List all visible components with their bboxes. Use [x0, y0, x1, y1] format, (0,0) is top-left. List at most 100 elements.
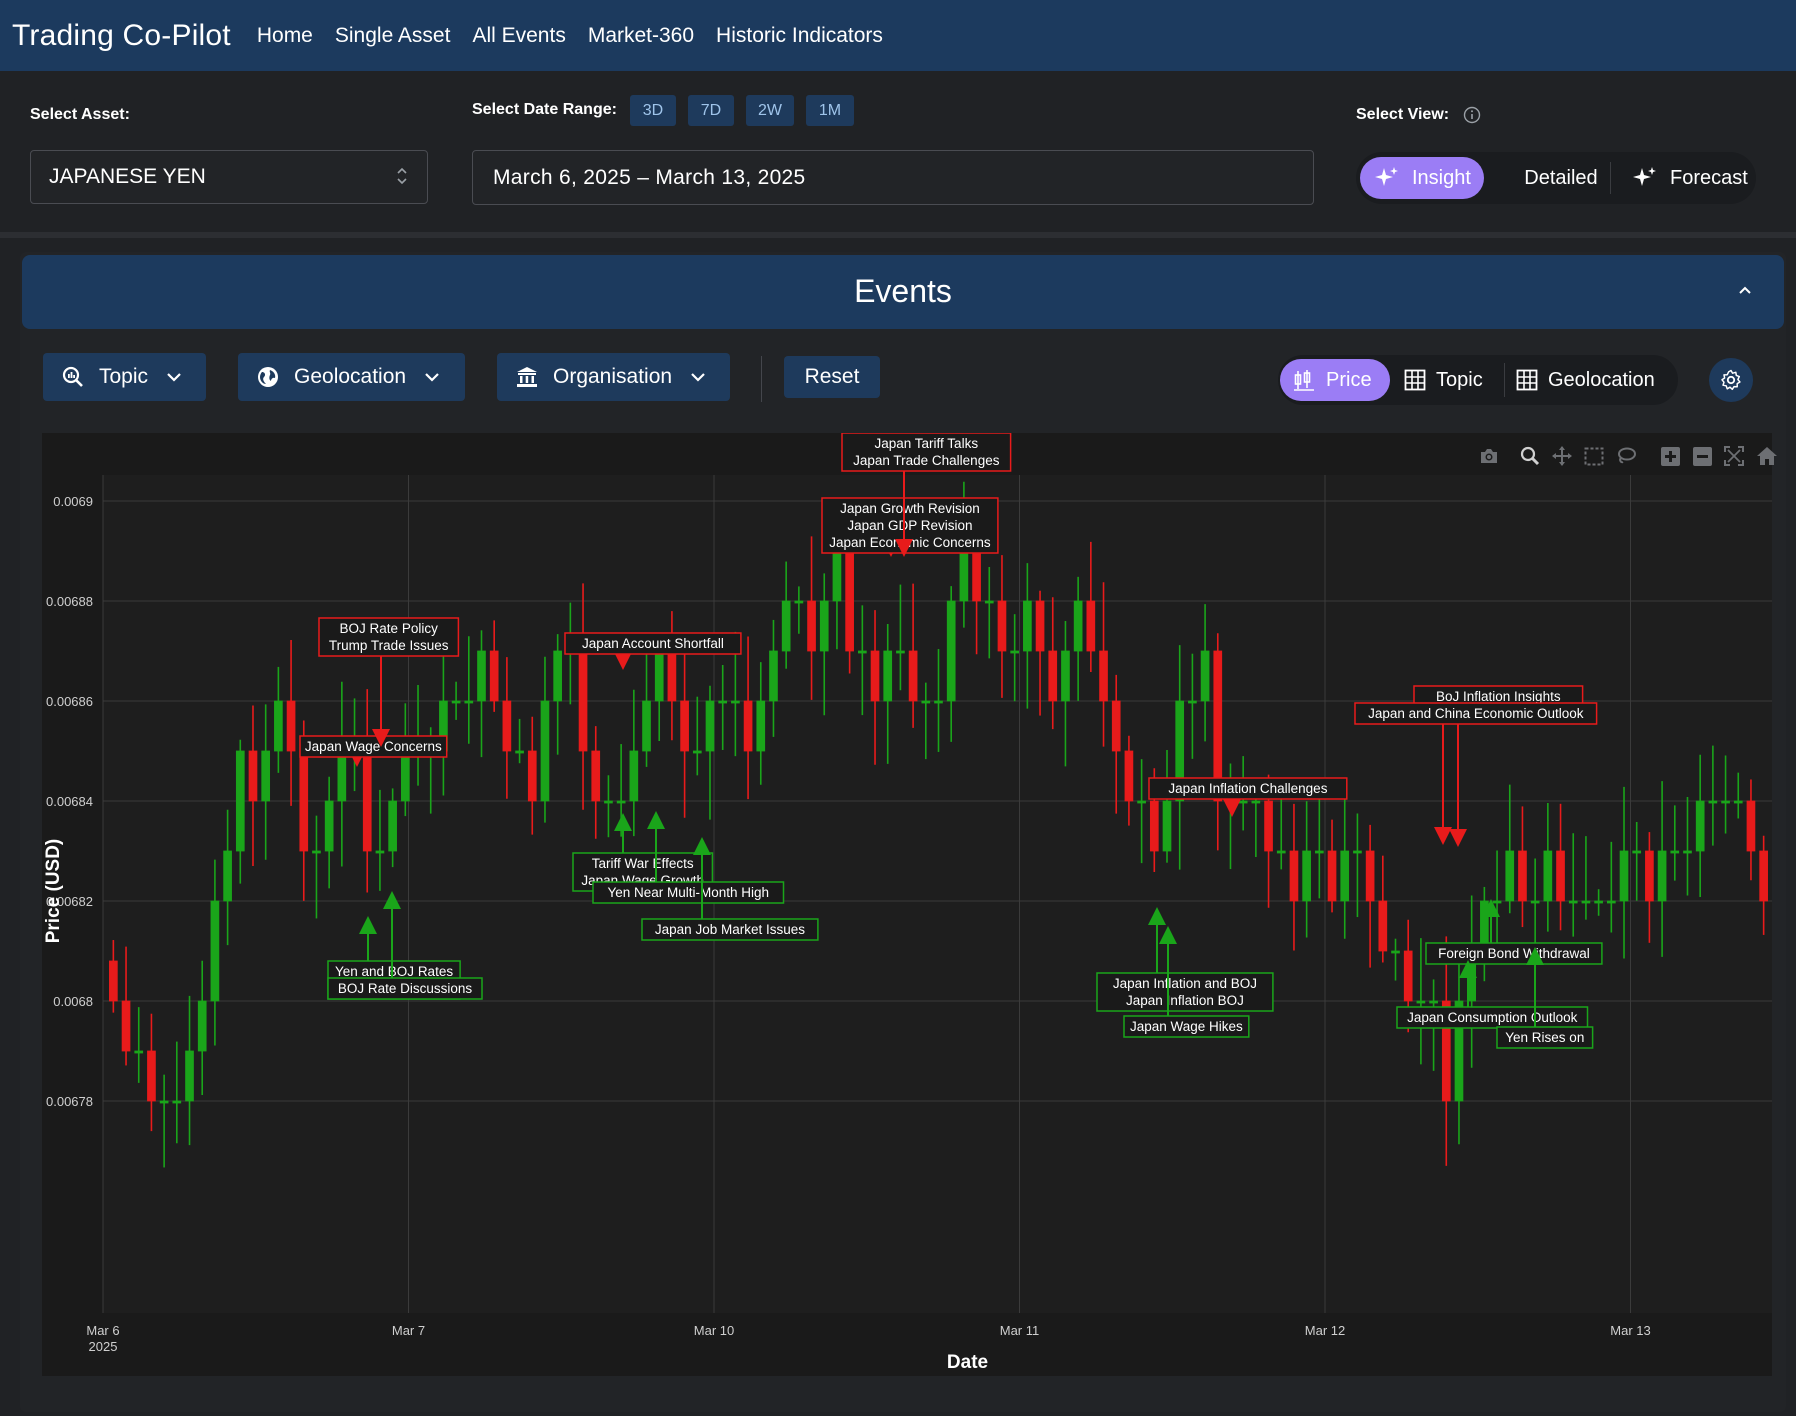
chart-view-topic-button[interactable]: Topic [1404, 359, 1504, 401]
candle-up [515, 750, 524, 754]
candle-up [1061, 650, 1070, 702]
candle-down [286, 700, 296, 752]
nav-link-historic-indicators[interactable]: Historic Indicators [716, 24, 883, 48]
sparkle-icon [1633, 167, 1656, 186]
candle-down [870, 650, 880, 702]
zoom-out-icon[interactable] [1693, 447, 1712, 466]
topic-filter-button[interactable]: Topic [43, 353, 206, 401]
candle-up [172, 1100, 182, 1104]
grid-icon [1516, 369, 1538, 391]
range-button-3d[interactable]: 3D [630, 95, 676, 126]
candle-up [1505, 850, 1515, 902]
gear-icon [1721, 369, 1741, 391]
date-range-value: March 6, 2025 – March 13, 2025 [493, 165, 806, 189]
organisation-filter-button[interactable]: Organisation [497, 353, 730, 401]
price-chart-svg[interactable]: 0.006780.00680.006820.006840.006860.0068… [42, 433, 1772, 1376]
view-detailed-button[interactable]: Detailed [1506, 157, 1616, 199]
events-header[interactable]: Events [22, 255, 1784, 329]
range-button-7d[interactable]: 7D [688, 95, 734, 126]
range-button-1m[interactable]: 1M [806, 95, 854, 126]
chevron-up-icon[interactable] [1738, 285, 1752, 295]
candle-down [299, 750, 309, 852]
globe-icon [258, 367, 278, 387]
price-chart[interactable]: 0.00678 0.0068 0.00682 0.00684 0.00686 0.0068… [42, 433, 1772, 1376]
candle-up [400, 750, 410, 802]
x-tick-label: Mar 11 [1000, 1323, 1040, 1338]
candle-up [1429, 1000, 1438, 1004]
candle-up [616, 800, 626, 804]
y-tick-label: 0.0068 [53, 994, 93, 1009]
candle-down [1746, 800, 1756, 852]
candle-up [984, 600, 994, 604]
nav-link-home[interactable]: Home [257, 24, 313, 48]
y-tick-label: 0.00686 [46, 694, 93, 709]
filter-divider [761, 356, 762, 402]
event-label-text: BOJ Rate Discussions [338, 981, 473, 996]
nav-link-market-360[interactable]: Market-360 [588, 24, 694, 48]
reset-axes-icon[interactable] [1756, 446, 1778, 466]
zoom-icon[interactable] [1520, 446, 1540, 466]
candle-up [1238, 800, 1248, 804]
candle-up [832, 550, 842, 602]
y-axis-title: Price (USD) [43, 839, 64, 944]
x-tick-sublabel: 2025 [89, 1339, 118, 1354]
zoom-in-icon[interactable] [1661, 447, 1680, 466]
event-label-text: Japan Trade Challenges [853, 453, 1000, 468]
candle-down [591, 750, 601, 802]
settings-button[interactable] [1709, 358, 1753, 402]
candle-up [1251, 800, 1261, 804]
candle-up [1619, 850, 1629, 902]
candle-down [680, 700, 689, 752]
chart-view-geolocation-button[interactable]: Geolocation [1516, 359, 1676, 401]
event-label-text: Japan Growth Revision [840, 501, 980, 516]
candle-up [540, 700, 550, 802]
event-label-text: Trump Trade Issues [329, 638, 449, 653]
candle-down [527, 750, 537, 802]
candle-up [261, 750, 271, 802]
chart-view-price-button[interactable]: Price [1280, 359, 1390, 401]
camera-icon[interactable] [1479, 447, 1499, 465]
info-icon[interactable] [1463, 106, 1481, 124]
nav-link-single-asset[interactable]: Single Asset [335, 24, 451, 48]
view-insight-button[interactable]: Insight [1360, 157, 1484, 199]
view-forecast-button[interactable]: Forecast [1620, 157, 1754, 199]
event-label-text: Japan Tariff Talks [875, 436, 979, 451]
nav-link-all-events[interactable]: All Events [472, 24, 565, 48]
candle-up [159, 1100, 169, 1104]
event-label-text: Foreign Bond Withdrawal [1438, 946, 1590, 961]
x-tick-label: Mar 6 [86, 1323, 119, 1338]
candle-up [1670, 850, 1680, 854]
candle-up [1276, 850, 1286, 854]
reset-button[interactable]: Reset [784, 356, 880, 398]
chart-view-topic-label: Topic [1436, 368, 1483, 391]
date-range-input[interactable]: March 6, 2025 – March 13, 2025 [472, 150, 1314, 205]
candle-down [1099, 650, 1108, 702]
autoscale-icon[interactable] [1724, 446, 1744, 466]
candle-up [1315, 850, 1324, 854]
candle-up [1721, 800, 1730, 804]
event-label-text: Japan GDP Revision [847, 518, 972, 533]
geolocation-filter-label: Geolocation [294, 365, 407, 388]
asset-select[interactable]: JAPANESE YEN [30, 150, 428, 204]
lasso-icon[interactable] [1616, 446, 1636, 466]
candle-up [857, 650, 867, 654]
brand-title[interactable]: Trading Co-Pilot [12, 19, 231, 53]
candle-up [642, 700, 651, 752]
x-tick-label: Mar 12 [1305, 1323, 1345, 1338]
candle-up [1708, 800, 1718, 804]
candle-up [1606, 900, 1616, 904]
candle-up [654, 650, 664, 702]
candle-up [756, 700, 766, 752]
event-label-text: Japan Wage Hikes [1130, 1019, 1243, 1034]
range-button-2w[interactable]: 2W [746, 95, 794, 126]
candle-up [1023, 600, 1032, 652]
candle-down [1518, 850, 1527, 902]
pan-icon[interactable] [1552, 446, 1572, 466]
top-nav: Trading Co-Pilot Home Single Asset All E… [0, 0, 1796, 71]
candle-down [1327, 850, 1337, 902]
chart-view-divider [1504, 363, 1505, 397]
event-label-text: Japan Wage Concerns [305, 739, 442, 754]
box-select-icon[interactable] [1584, 447, 1604, 466]
geolocation-filter-button[interactable]: Geolocation [238, 353, 465, 401]
candle-down [1111, 700, 1121, 752]
